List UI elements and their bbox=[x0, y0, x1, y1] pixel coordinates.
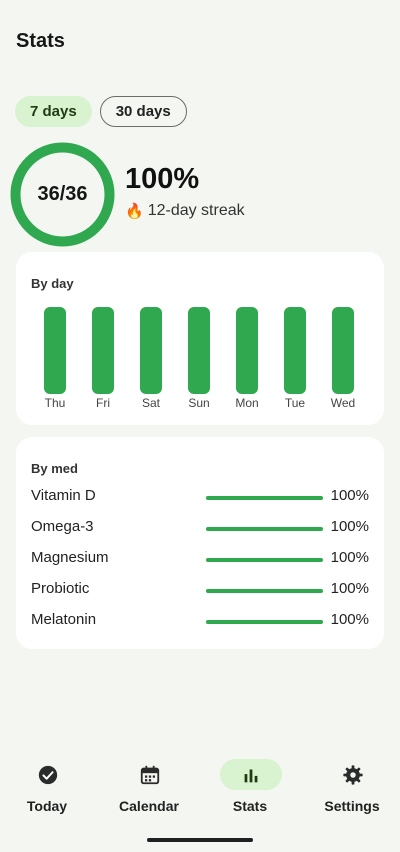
med-row: Vitamin D 100% bbox=[31, 487, 371, 509]
med-percent: 100% bbox=[330, 611, 369, 628]
med-name: Probiotic bbox=[31, 580, 90, 597]
by-day-bars: Thu Fri Sat Sun Mon Tue Wed bbox=[32, 307, 370, 417]
fire-icon: 🔥 bbox=[125, 203, 144, 220]
day-bar bbox=[284, 307, 306, 394]
bottom-nav: Today Calendar Stats Settings bbox=[0, 752, 400, 822]
day-label: Fri bbox=[96, 396, 110, 410]
calendar-icon bbox=[140, 765, 160, 784]
nav-label: Calendar bbox=[119, 798, 179, 814]
nav-settings[interactable]: Settings bbox=[302, 752, 400, 822]
med-progress-bar bbox=[206, 620, 323, 624]
med-progress-bar bbox=[206, 589, 323, 593]
day-column: Fri bbox=[85, 307, 121, 410]
tab-30-days[interactable]: 30 days bbox=[99, 96, 187, 127]
page-title: Stats bbox=[16, 30, 65, 52]
day-bar bbox=[92, 307, 114, 394]
day-bar bbox=[236, 307, 258, 394]
day-column: Thu bbox=[37, 307, 73, 410]
by-med-card: By med Vitamin D 100% Omega-3 100% Magne… bbox=[16, 437, 384, 649]
med-progress-bar bbox=[206, 527, 323, 531]
day-column: Mon bbox=[229, 307, 265, 410]
day-bar bbox=[332, 307, 354, 394]
day-column: Tue bbox=[277, 307, 313, 410]
bar-chart-icon bbox=[244, 769, 258, 782]
med-name: Vitamin D bbox=[31, 487, 96, 504]
nav-calendar-pill bbox=[119, 759, 181, 790]
day-bar bbox=[140, 307, 162, 394]
med-name: Omega-3 bbox=[31, 518, 94, 535]
adherence-ring: 36/36 bbox=[10, 142, 115, 247]
day-column: Sat bbox=[133, 307, 169, 410]
day-label: Wed bbox=[330, 396, 356, 410]
med-row: Melatonin 100% bbox=[31, 611, 371, 633]
med-percent: 100% bbox=[330, 518, 369, 535]
gear-icon bbox=[343, 764, 363, 785]
nav-today-pill bbox=[17, 759, 79, 790]
nav-calendar[interactable]: Calendar bbox=[99, 752, 199, 822]
med-percent: 100% bbox=[330, 549, 369, 566]
by-day-card: By day Thu Fri Sat Sun Mon Tue Wed bbox=[16, 252, 384, 425]
by-day-title: By day bbox=[31, 276, 74, 291]
day-label: Sun bbox=[188, 396, 210, 410]
day-label: Thu bbox=[44, 396, 66, 410]
nav-label: Stats bbox=[232, 798, 268, 814]
day-bar bbox=[188, 307, 210, 394]
by-med-title: By med bbox=[31, 461, 78, 476]
med-percent: 100% bbox=[330, 487, 369, 504]
day-column: Wed bbox=[325, 307, 361, 410]
med-progress-bar bbox=[206, 558, 323, 562]
range-tabs: 7 days 30 days bbox=[15, 96, 187, 127]
nav-label: Settings bbox=[324, 798, 380, 814]
nav-stats-pill bbox=[220, 759, 282, 790]
overall-percent: 100% bbox=[125, 163, 200, 195]
tab-7-days[interactable]: 7 days bbox=[15, 96, 92, 127]
streak: 🔥 12-day streak bbox=[125, 202, 245, 220]
med-row: Magnesium 100% bbox=[31, 549, 371, 571]
check-circle-icon bbox=[38, 765, 58, 784]
med-progress-bar bbox=[206, 496, 323, 500]
med-name: Magnesium bbox=[31, 549, 109, 566]
day-bar bbox=[44, 307, 66, 394]
day-label: Mon bbox=[235, 396, 259, 410]
streak-text: 12-day streak bbox=[147, 202, 245, 219]
day-label: Sat bbox=[141, 396, 160, 410]
med-row: Omega-3 100% bbox=[31, 518, 371, 540]
ring-count: 36/36 bbox=[37, 183, 88, 205]
day-column: Sun bbox=[181, 307, 217, 410]
med-percent: 100% bbox=[330, 580, 369, 597]
nav-label: Today bbox=[26, 798, 68, 814]
day-label: Tue bbox=[284, 396, 306, 410]
med-name: Melatonin bbox=[31, 611, 97, 628]
nav-today[interactable]: Today bbox=[0, 752, 97, 822]
med-row: Probiotic 100% bbox=[31, 580, 371, 602]
nav-settings-pill bbox=[322, 759, 384, 790]
home-indicator[interactable] bbox=[147, 838, 253, 842]
nav-stats[interactable]: Stats bbox=[200, 752, 300, 822]
